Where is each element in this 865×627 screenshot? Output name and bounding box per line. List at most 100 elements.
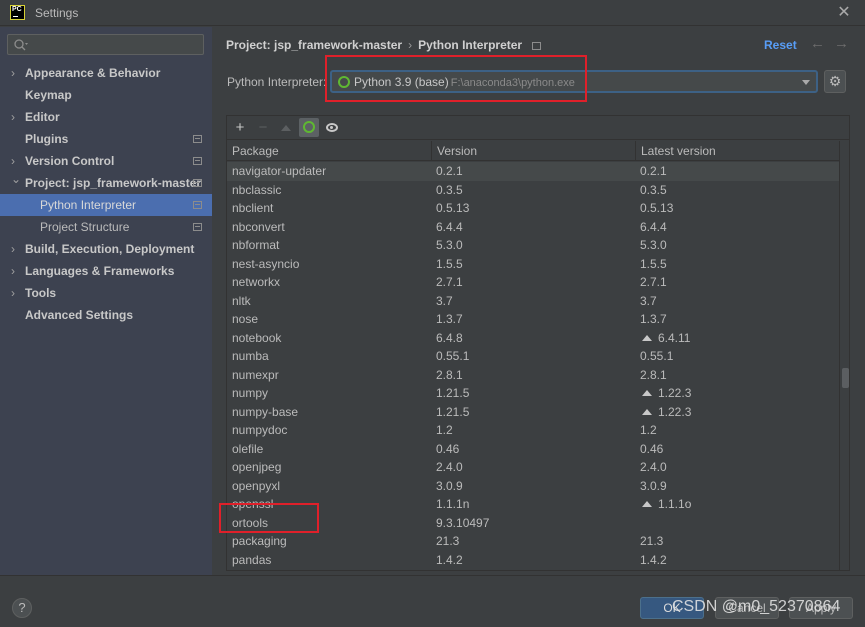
chevron-right-icon[interactable]: ›: [11, 282, 21, 304]
package-latest-version: 3.0.9: [635, 477, 667, 495]
package-version: 1.3.7: [431, 310, 463, 328]
package-row[interactable]: navigator-updater 0.2.1 0.2.1: [227, 162, 839, 181]
sidebar-item-appearance-behavior[interactable]: › Appearance & Behavior: [0, 62, 212, 84]
reset-link[interactable]: Reset: [764, 38, 797, 52]
package-row[interactable]: ortools 9.3.10497: [227, 514, 839, 533]
plus-icon: +: [235, 119, 245, 136]
package-name-text: navigator-updater: [232, 164, 327, 178]
package-latest-version: 6.4.4: [635, 218, 667, 236]
breadcrumb-project[interactable]: Project: jsp_framework-master: [226, 38, 402, 52]
interpreter-dropdown[interactable]: Python 3.9 (base) F:\anaconda3\python.exe: [330, 70, 818, 93]
packages-table-header: Package Version Latest version: [227, 141, 839, 161]
package-latest-version: 0.55.1: [635, 347, 673, 365]
package-version-text: 1.3.7: [436, 312, 463, 326]
sidebar-item-project-jsp-framework-master[interactable]: ⌄ Project: jsp_framework-master: [0, 172, 212, 194]
sidebar-item-project-structure[interactable]: Project Structure: [0, 216, 212, 238]
package-row[interactable]: networkx 2.7.1 2.7.1: [227, 273, 839, 292]
package-row[interactable]: nbclient 0.5.13 0.5.13: [227, 199, 839, 218]
package-name-text: openpyxl: [232, 478, 281, 493]
package-latest-version: 1.22.3: [635, 384, 691, 402]
package-name-text: packaging: [232, 534, 287, 548]
scrollbar-thumb[interactable]: [842, 368, 849, 388]
package-latest-version-text: 3.0.9: [640, 478, 667, 493]
chevron-down-icon[interactable]: ⌄: [11, 168, 21, 190]
install-package-button[interactable]: +: [230, 118, 250, 137]
interpreter-settings-button[interactable]: ⚙: [824, 70, 846, 93]
help-button[interactable]: ?: [12, 598, 32, 618]
package-row[interactable]: nltk 3.7 3.7: [227, 292, 839, 311]
sidebar-item-editor[interactable]: › Editor: [0, 106, 212, 128]
package-row[interactable]: nbconvert 6.4.4 6.4.4: [227, 218, 839, 237]
package-latest-version: 2.8.1: [635, 366, 667, 384]
interpreter-path: F:\anaconda3\python.exe: [450, 77, 575, 89]
package-row[interactable]: packaging 21.3 21.3: [227, 532, 839, 551]
upgrade-available-icon: [642, 390, 652, 396]
package-row[interactable]: notebook 6.4.8 6.4.11: [227, 329, 839, 348]
sidebar-item-python-interpreter[interactable]: Python Interpreter: [0, 194, 212, 216]
package-row[interactable]: numexpr 2.8.1 2.8.1: [227, 366, 839, 385]
sidebar-item-plugins[interactable]: Plugins: [0, 128, 212, 150]
package-latest-version-text: 2.7.1: [640, 275, 667, 289]
packages-scrollbar[interactable]: [839, 141, 849, 570]
sidebar-item-version-control[interactable]: › Version Control: [0, 150, 212, 172]
package-row[interactable]: nest-asyncio 1.5.5 1.5.5: [227, 255, 839, 274]
chevron-right-icon[interactable]: ›: [11, 260, 21, 282]
settings-sidebar: › Appearance & Behavior Keymap › Editor Plugi…: [0, 27, 212, 575]
sidebar-item-advanced-settings[interactable]: Advanced Settings: [0, 304, 212, 326]
settings-content: Project: jsp_framework-master › Python Int…: [212, 27, 865, 575]
window-title: Settings: [35, 6, 79, 20]
package-version-text: 0.46: [436, 441, 460, 456]
column-header-package[interactable]: Package: [227, 141, 431, 161]
show-early-releases-button[interactable]: [322, 118, 342, 137]
close-button[interactable]: ✕: [836, 5, 852, 21]
chevron-right-icon[interactable]: ›: [11, 106, 21, 128]
column-header-latest-version[interactable]: Latest version: [635, 141, 839, 161]
package-row[interactable]: nbclassic 0.3.5 0.3.5: [227, 181, 839, 200]
package-latest-version-text: 1.4.2: [640, 552, 667, 567]
package-latest-version-text: 0.5.13: [640, 201, 674, 215]
chevron-right-icon[interactable]: ›: [11, 62, 21, 84]
package-name-text: nbformat: [232, 238, 280, 252]
forward-arrow-icon[interactable]: →: [834, 35, 849, 52]
package-row[interactable]: olefile 0.46 0.46: [227, 440, 839, 459]
upgrade-arrow-icon: [281, 125, 291, 131]
sidebar-item-keymap[interactable]: Keymap: [0, 84, 212, 106]
sidebar-item-build-execution-deployment[interactable]: › Build, Execution, Deployment: [0, 238, 212, 260]
package-row[interactable]: openjpeg 2.4.0 2.4.0: [227, 458, 839, 477]
pycharm-logo-icon: PC: [10, 5, 25, 20]
package-row[interactable]: pandas 1.4.2 1.4.2: [227, 551, 839, 570]
column-header-version[interactable]: Version: [431, 141, 635, 161]
package-latest-version: 1.1.1o: [635, 495, 691, 513]
chevron-right-icon[interactable]: ›: [11, 238, 21, 260]
package-version-text: 1.4.2: [436, 552, 463, 567]
package-row[interactable]: numpydoc 1.2 1.2: [227, 421, 839, 440]
project-scope-icon: [193, 179, 202, 187]
refresh-button[interactable]: [299, 118, 319, 137]
settings-search-input[interactable]: [7, 34, 204, 55]
package-latest-version-text: 1.22.3: [658, 404, 692, 419]
search-icon: [14, 39, 28, 51]
package-name: nest-asyncio: [227, 255, 299, 273]
dialog-footer: ? OK Cancel Apply CSDN @m0_52370864: [0, 575, 865, 627]
cancel-button[interactable]: Cancel: [715, 597, 779, 619]
sidebar-item-tools[interactable]: › Tools: [0, 282, 212, 304]
package-row[interactable]: numpy-base 1.21.5 1.22.3: [227, 403, 839, 422]
package-name-text: numexpr: [232, 367, 279, 382]
ok-button[interactable]: OK: [640, 597, 704, 619]
sidebar-item-label: Python Interpreter: [40, 198, 137, 212]
package-row[interactable]: openpyxl 3.0.9 3.0.9: [227, 477, 839, 496]
package-latest-version-text: 1.1.1o: [658, 497, 692, 511]
uninstall-package-button[interactable]: −: [253, 118, 273, 137]
package-version-text: 1.2: [436, 423, 453, 437]
apply-button[interactable]: Apply: [789, 597, 853, 619]
package-row[interactable]: numpy 1.21.5 1.22.3: [227, 384, 839, 403]
upgrade-package-button[interactable]: [276, 118, 296, 137]
breadcrumb-current: Python Interpreter: [418, 38, 523, 52]
package-latest-version: 3.7: [635, 292, 657, 310]
package-row[interactable]: openssl 1.1.1n 1.1.1o: [227, 495, 839, 514]
package-row[interactable]: nose 1.3.7 1.3.7: [227, 310, 839, 329]
back-arrow-icon[interactable]: ←: [810, 35, 825, 52]
package-row[interactable]: nbformat 5.3.0 5.3.0: [227, 236, 839, 255]
package-row[interactable]: numba 0.55.1 0.55.1: [227, 347, 839, 366]
sidebar-item-languages-frameworks[interactable]: › Languages & Frameworks: [0, 260, 212, 282]
